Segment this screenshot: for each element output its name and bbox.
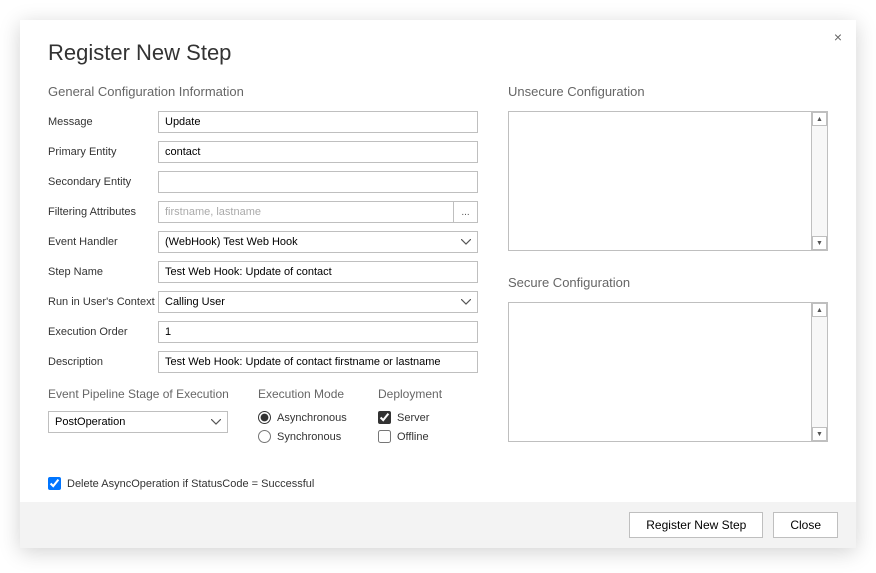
asynchronous-radio-label: Asynchronous — [277, 412, 347, 424]
general-config-label: General Configuration Information — [48, 84, 478, 99]
filtering-attributes-label: Filtering Attributes — [48, 206, 158, 218]
secure-config-label: Secure Configuration — [508, 275, 828, 290]
unsecure-config-box: ▲ ▼ — [508, 111, 828, 251]
primary-entity-input[interactable] — [158, 141, 478, 163]
filtering-attributes-input[interactable] — [158, 201, 454, 223]
message-input[interactable] — [158, 111, 478, 133]
unsecure-scroll-up-icon[interactable]: ▲ — [812, 112, 827, 126]
dialog-footer: Register New Step Close — [20, 502, 856, 548]
description-input[interactable] — [158, 351, 478, 373]
secure-scroll-down-icon[interactable]: ▼ — [812, 427, 827, 441]
secondary-entity-input[interactable] — [158, 171, 478, 193]
unsecure-config-textarea[interactable] — [509, 112, 811, 250]
secure-scroll-up-icon[interactable]: ▲ — [812, 303, 827, 317]
register-new-step-button[interactable]: Register New Step — [629, 512, 763, 538]
right-column: Unsecure Configuration ▲ ▼ Secure Config… — [508, 84, 828, 490]
delete-async-checkbox[interactable] — [48, 477, 61, 490]
dialog-body: Register New Step General Configuration … — [20, 20, 856, 502]
synchronous-radio-label: Synchronous — [277, 431, 341, 443]
deployment-label: Deployment — [378, 387, 478, 401]
unsecure-scroll-down-icon[interactable]: ▼ — [812, 236, 827, 250]
execution-order-input[interactable] — [158, 321, 478, 343]
delete-async-label: Delete AsyncOperation if StatusCode = Su… — [67, 478, 314, 490]
pipeline-stage-label: Event Pipeline Stage of Execution — [48, 387, 238, 401]
description-label: Description — [48, 356, 158, 368]
run-in-context-label: Run in User's Context — [48, 296, 158, 308]
dialog-title: Register New Step — [48, 40, 828, 66]
synchronous-radio[interactable] — [258, 430, 271, 443]
pipeline-stage-select[interactable]: PostOperation — [48, 411, 228, 433]
run-in-context-select[interactable]: Calling User — [158, 291, 478, 313]
event-handler-select[interactable]: (WebHook) Test Web Hook — [158, 231, 478, 253]
asynchronous-radio[interactable] — [258, 411, 271, 424]
step-name-label: Step Name — [48, 266, 158, 278]
offline-checkbox-label: Offline — [397, 431, 429, 443]
secure-config-box: ▲ ▼ — [508, 302, 828, 442]
server-checkbox[interactable] — [378, 411, 391, 424]
step-name-input[interactable] — [158, 261, 478, 283]
filtering-attributes-browse-button[interactable]: ... — [454, 201, 478, 223]
left-column: General Configuration Information Messag… — [48, 84, 478, 490]
close-button[interactable]: Close — [773, 512, 838, 538]
execution-mode-label: Execution Mode — [258, 387, 358, 401]
event-handler-label: Event Handler — [48, 236, 158, 248]
execution-order-label: Execution Order — [48, 326, 158, 338]
secure-scrollbar: ▲ ▼ — [811, 303, 827, 441]
close-icon[interactable]: × — [834, 30, 842, 44]
unsecure-config-label: Unsecure Configuration — [508, 84, 828, 99]
unsecure-scrollbar: ▲ ▼ — [811, 112, 827, 250]
offline-checkbox[interactable] — [378, 430, 391, 443]
message-label: Message — [48, 116, 158, 128]
primary-entity-label: Primary Entity — [48, 146, 158, 158]
server-checkbox-label: Server — [397, 412, 429, 424]
secure-config-textarea[interactable] — [509, 303, 811, 441]
register-step-dialog: × Register New Step General Configuratio… — [20, 20, 856, 548]
secondary-entity-label: Secondary Entity — [48, 176, 158, 188]
